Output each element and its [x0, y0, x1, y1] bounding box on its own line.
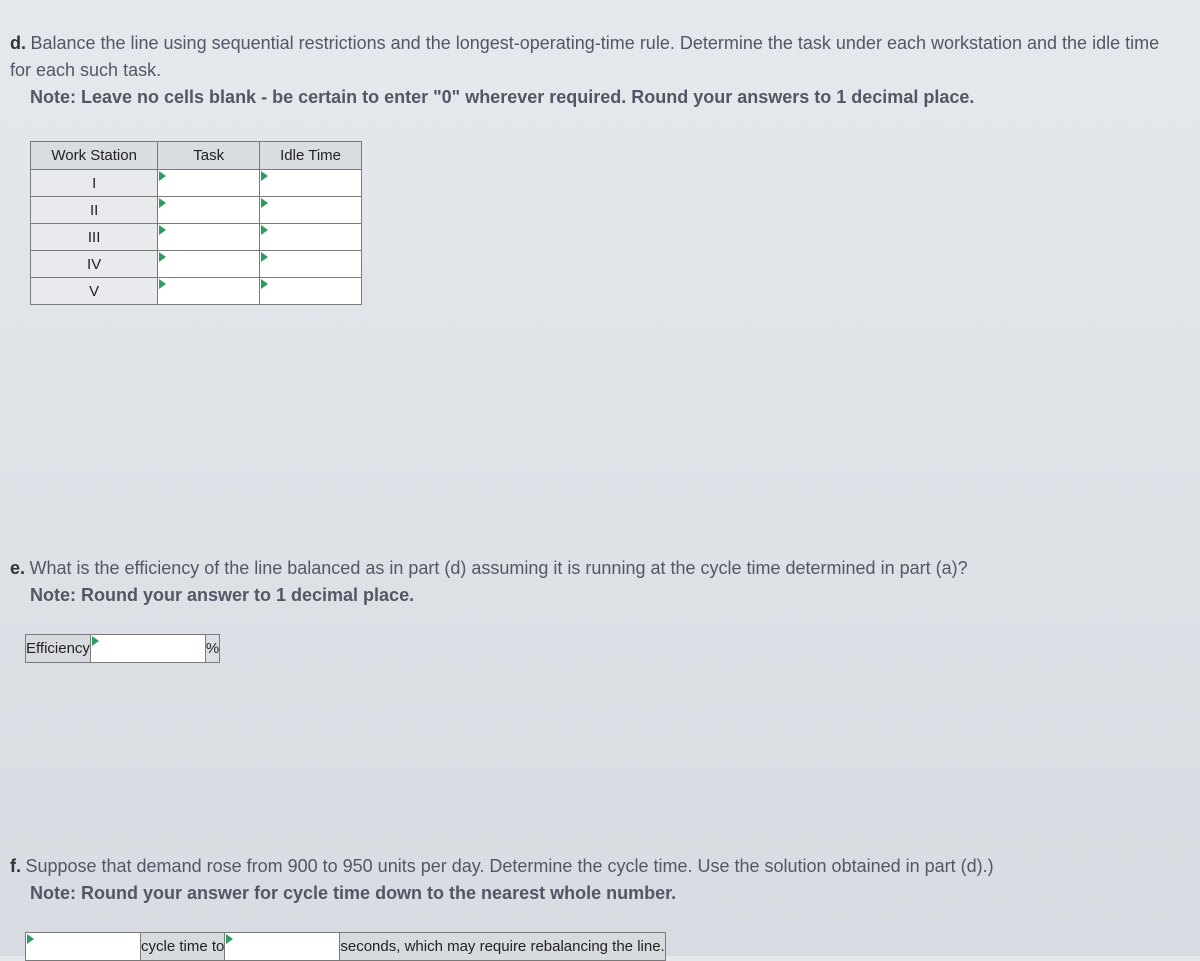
idle-cell[interactable]: [260, 224, 362, 251]
question-f-note: Note: Round your answer for cycle time d…: [0, 880, 1180, 907]
cycle-action-input[interactable]: [26, 934, 140, 959]
task-cell[interactable]: [158, 197, 260, 224]
question-f-body: Suppose that demand rose from 900 to 950…: [25, 856, 993, 876]
idle-cell[interactable]: [260, 251, 362, 278]
efficiency-table: Efficiency %: [25, 634, 220, 663]
question-d: d. Balance the line using sequential res…: [0, 0, 1200, 111]
question-f: f. Suppose that demand rose from 900 to …: [0, 663, 1200, 907]
cycle-value-input[interactable]: [225, 934, 339, 959]
question-f-text: f. Suppose that demand rose from 900 to …: [0, 853, 1180, 880]
efficiency-input[interactable]: [91, 636, 205, 661]
idle-cell[interactable]: [260, 170, 362, 197]
percent-label: %: [205, 635, 219, 663]
station-label: I: [31, 170, 158, 197]
task-cell[interactable]: [158, 251, 260, 278]
table-row: V: [31, 278, 362, 305]
question-e-text: e. What is the efficiency of the line ba…: [0, 555, 1180, 582]
dropdown-icon: [159, 171, 166, 181]
workstation-table: Work Station Task Idle Time I II III IV …: [30, 141, 362, 305]
table-row: IV: [31, 251, 362, 278]
idle-cell[interactable]: [260, 197, 362, 224]
efficiency-cell[interactable]: [90, 635, 205, 663]
question-d-text: d. Balance the line using sequential res…: [0, 30, 1180, 84]
station-label: IV: [31, 251, 158, 278]
header-task: Task: [158, 142, 260, 170]
task-cell[interactable]: [158, 170, 260, 197]
dropdown-icon: [261, 279, 268, 289]
question-d-body: Balance the line using sequential restri…: [10, 33, 1159, 80]
task-input[interactable]: [158, 171, 259, 196]
task-cell[interactable]: [158, 224, 260, 251]
header-idle-time: Idle Time: [260, 142, 362, 170]
cycle-tail-label: seconds, which may require rebalancing t…: [340, 933, 665, 961]
task-input[interactable]: [158, 225, 259, 250]
dropdown-icon: [159, 198, 166, 208]
idle-input[interactable]: [260, 279, 361, 304]
idle-input[interactable]: [260, 171, 361, 196]
question-e: e. What is the efficiency of the line ba…: [0, 305, 1200, 609]
idle-input[interactable]: [260, 198, 361, 223]
dropdown-icon: [261, 252, 268, 262]
idle-input[interactable]: [260, 252, 361, 277]
dropdown-icon: [159, 252, 166, 262]
cycle-value-cell[interactable]: [225, 933, 340, 961]
question-e-note: Note: Round your answer to 1 decimal pla…: [0, 582, 1180, 609]
table-row: II: [31, 197, 362, 224]
dropdown-icon: [226, 934, 233, 944]
dropdown-icon: [159, 279, 166, 289]
cycle-action-cell[interactable]: [26, 933, 141, 961]
question-f-label: f.: [10, 856, 21, 876]
task-input[interactable]: [158, 252, 259, 277]
efficiency-label: Efficiency: [26, 635, 91, 663]
dropdown-icon: [27, 934, 34, 944]
task-input[interactable]: [158, 279, 259, 304]
dropdown-icon: [261, 171, 268, 181]
station-label: V: [31, 278, 158, 305]
cycle-time-table: cycle time to seconds, which may require…: [25, 932, 666, 961]
question-d-note: Note: Leave no cells blank - be certain …: [0, 84, 1180, 111]
dropdown-icon: [261, 225, 268, 235]
task-cell[interactable]: [158, 278, 260, 305]
task-input[interactable]: [158, 198, 259, 223]
question-e-label: e.: [10, 558, 25, 578]
dropdown-icon: [261, 198, 268, 208]
table-row: III: [31, 224, 362, 251]
idle-cell[interactable]: [260, 278, 362, 305]
question-e-body: What is the efficiency of the line balan…: [29, 558, 967, 578]
station-label: II: [31, 197, 158, 224]
station-label: III: [31, 224, 158, 251]
dropdown-icon: [92, 636, 99, 646]
table-row: I: [31, 170, 362, 197]
header-workstation: Work Station: [31, 142, 158, 170]
dropdown-icon: [159, 225, 166, 235]
idle-input[interactable]: [260, 225, 361, 250]
cycle-mid-label: cycle time to: [141, 933, 225, 961]
question-d-label: d.: [10, 33, 26, 53]
